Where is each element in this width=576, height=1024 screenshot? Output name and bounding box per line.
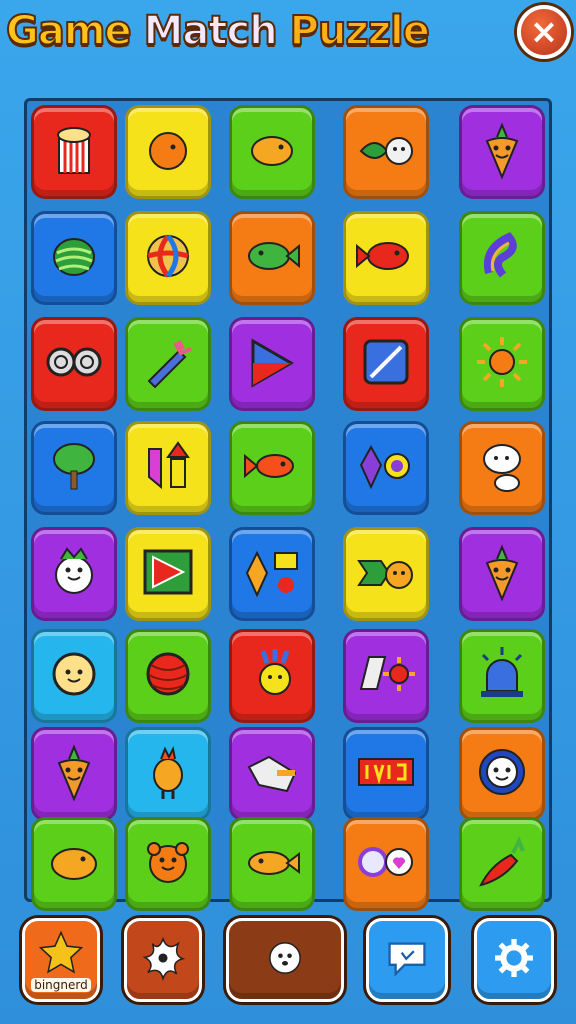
close-icon: × [529,12,559,52]
settings-button[interactable] [474,918,554,1002]
crystal-icon [239,739,305,809]
puzzle-tile[interactable] [343,211,429,305]
puzzle-tile[interactable] [229,817,315,911]
puzzle-tile[interactable] [229,727,315,821]
puzzle-tile[interactable] [343,727,429,821]
chat-button[interactable] [366,918,448,1002]
red-fish-icon [353,223,419,293]
puzzle-tile[interactable] [125,727,211,821]
sun-icon [469,329,535,399]
green-fish-icon [239,223,305,293]
puzzle-tile[interactable] [343,817,429,911]
yellow-bird-icon [41,829,107,899]
puzzle-tile[interactable] [31,211,117,305]
popcorn-icon [41,117,107,187]
chili-icon [469,829,535,899]
diamond-set-icon [239,539,305,609]
play-card-icon [135,539,201,609]
puzzle-tile[interactable] [31,817,117,911]
feather-face-icon [239,641,305,711]
arrow-face-icon [353,539,419,609]
burst-icon [138,933,188,987]
goldfish-icon [239,433,305,503]
game-title: Game Match Puzzle [5,7,431,55]
puzzle-tile[interactable] [459,727,545,821]
puzzle-tile[interactable] [31,105,117,199]
puzzle-tile[interactable] [229,317,315,411]
book-flower-icon [353,641,419,711]
puzzle-tile[interactable] [125,317,211,411]
play-arrow-icon [239,329,305,399]
puzzle-tile[interactable] [343,421,429,515]
puzzle-tile[interactable] [125,527,211,621]
puzzle-tile[interactable] [31,527,117,621]
puzzle-tile[interactable] [125,629,211,723]
puzzle-tile[interactable] [459,817,545,911]
ghost-face-icon [469,433,535,503]
flower-face-icon [469,739,535,809]
star-button[interactable]: bingnerd [22,918,100,1002]
title-word-match: Match [143,7,279,55]
chick-icon [239,117,305,187]
puzzle-tile[interactable] [31,727,117,821]
game-board [24,98,552,911]
star-icon [36,928,86,982]
puzzle-tile[interactable] [343,527,429,621]
speech-bubble-icon [382,933,432,987]
puzzle-tile[interactable] [229,105,315,199]
rocket-fish-icon [135,329,201,399]
swirl-heart-icon [353,829,419,899]
puzzle-tile[interactable] [31,421,117,515]
title-word-puzzle: Puzzle [289,7,431,55]
puzzle-tile[interactable] [229,527,315,621]
puzzle-tile[interactable] [125,421,211,515]
tree-icon [41,433,107,503]
puzzle-tile[interactable] [125,105,211,199]
puzzle-tile[interactable] [229,421,315,515]
puzzle-tile[interactable] [459,211,545,305]
puzzle-tile[interactable] [459,421,545,515]
swirl-icon [469,223,535,293]
puzzle-tile[interactable] [459,527,545,621]
pet-button[interactable] [226,918,344,1002]
puzzle-tile[interactable] [229,211,315,305]
gear-icon [489,933,539,987]
crystal-card-icon [353,329,419,399]
leaf-face-icon [353,117,419,187]
puzzle-tile[interactable] [459,105,545,199]
title-word-game: Game [5,7,133,55]
dvd-sign-icon [353,739,419,809]
burst-button[interactable] [124,918,202,1002]
close-button[interactable]: × [517,5,571,59]
seashell-icon [41,223,107,293]
puzzle-tile[interactable] [31,629,117,723]
orange-fish-icon [135,117,201,187]
striped-ball-icon [135,641,201,711]
bear-face-icon [135,829,201,899]
puzzle-tile[interactable] [459,629,545,723]
yellow-fish-icon [239,829,305,899]
carrot-face-icon [469,117,535,187]
button-label: bingnerd [31,978,91,992]
pet-face-icon [260,933,310,987]
arrows-icon [135,433,201,503]
gems-icon [353,433,419,503]
puzzle-tile[interactable] [31,317,117,411]
puzzle-tile[interactable] [343,317,429,411]
beach-ball-icon [135,223,201,293]
carrot-face-icon [469,539,535,609]
carrot-face-icon [41,739,107,809]
puzzle-tile[interactable] [125,211,211,305]
puzzle-tile[interactable] [125,817,211,911]
siren-icon [469,641,535,711]
puzzle-tile[interactable] [229,629,315,723]
puzzle-tile[interactable] [343,105,429,199]
puzzle-tile[interactable] [459,317,545,411]
puzzle-tile[interactable] [343,629,429,723]
binoculars-icon [41,329,107,399]
smiley-face-icon [41,641,107,711]
radish-face-icon [41,539,107,609]
rooster-icon [135,739,201,809]
